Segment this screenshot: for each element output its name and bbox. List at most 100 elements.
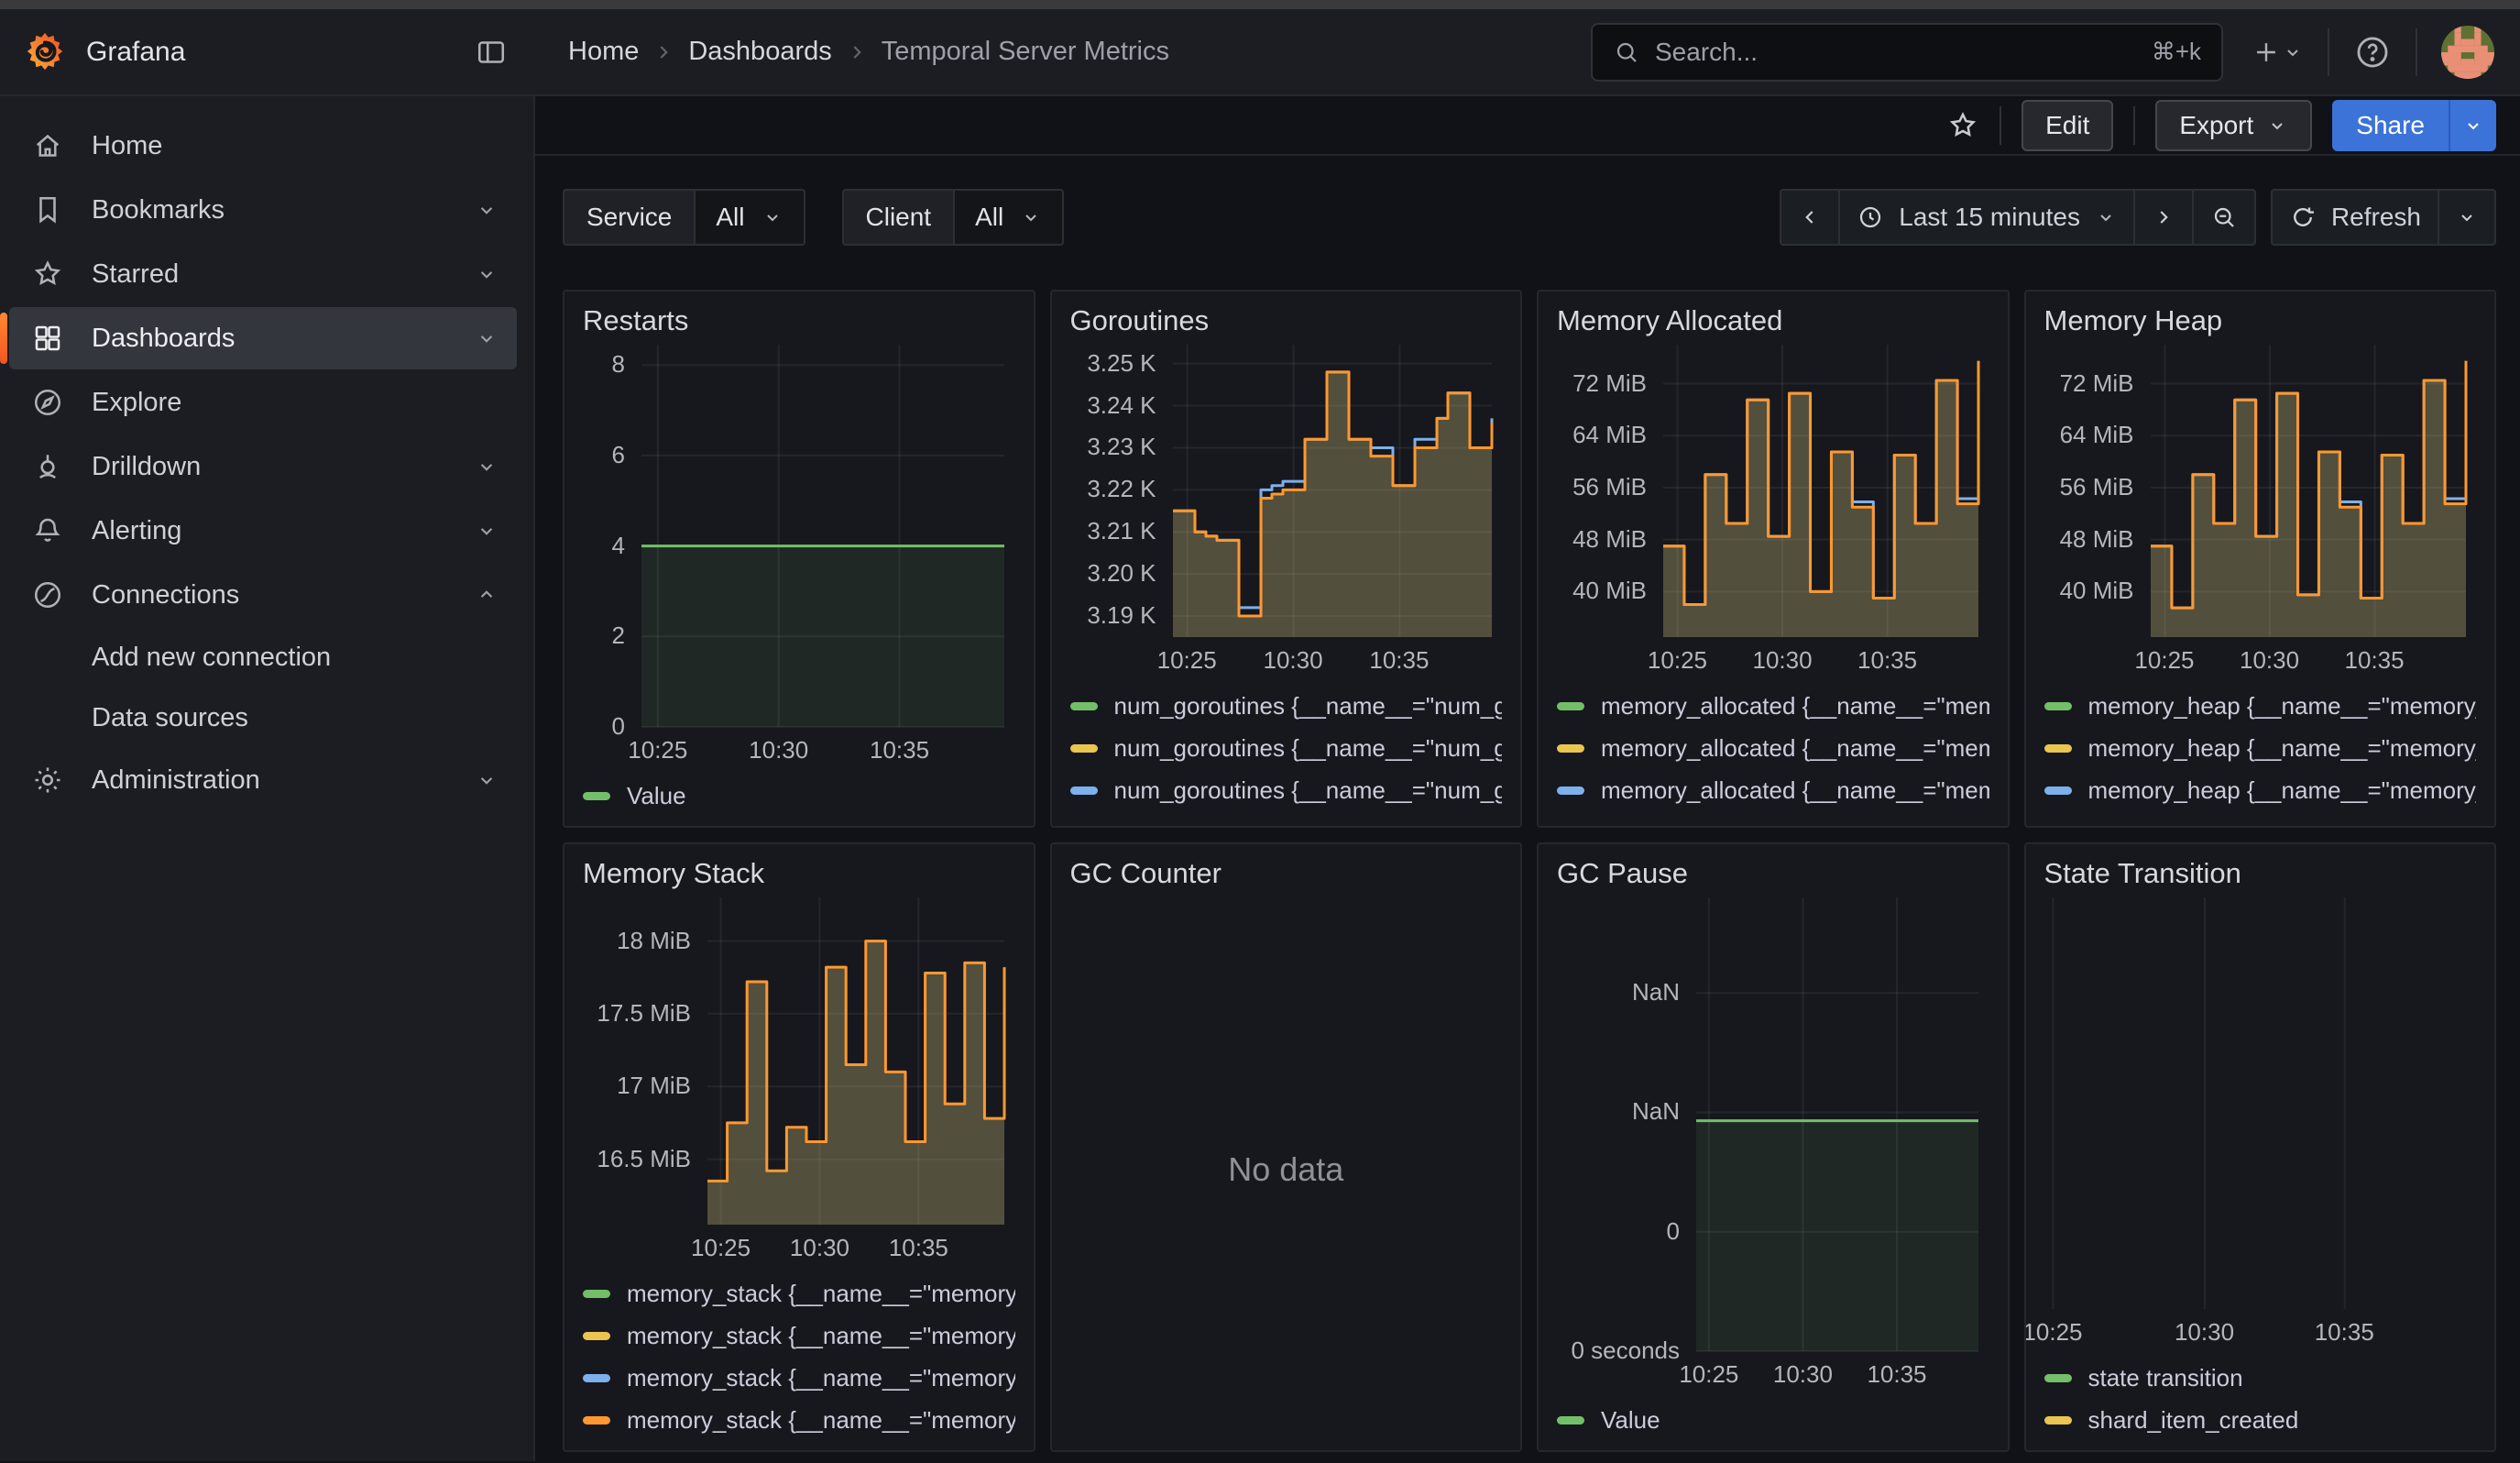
sidebar-item-home[interactable]: Home: [9, 115, 517, 177]
series-color-marker: [1557, 744, 1584, 753]
legend-item[interactable]: memory_allocated {__name__="memo: [1557, 769, 1989, 811]
compass-icon: [31, 386, 64, 419]
legend-item[interactable]: memory_heap {__name__="memory_h: [2044, 811, 2477, 817]
state-transition-chart[interactable]: 10:2510:3010:35: [2044, 897, 2477, 1351]
x-axis-tick: 10:35: [2345, 646, 2405, 675]
legend-item[interactable]: state transition: [2044, 1357, 2477, 1399]
series-color-marker: [2044, 1374, 2072, 1382]
legend-item[interactable]: memory_allocated {__name__="memo: [1557, 811, 1989, 817]
search-icon: [1613, 38, 1640, 66]
sidebar-item-drilldown[interactable]: Drilldown: [9, 435, 517, 498]
panel-title[interactable]: GC Counter: [1070, 857, 1503, 897]
edit-button[interactable]: Edit: [2021, 100, 2113, 151]
search-input[interactable]: Search... ⌘+k: [1591, 23, 2223, 82]
bell-icon: [31, 514, 64, 547]
help-button[interactable]: [2353, 33, 2392, 72]
memory-heap-chart[interactable]: 40 MiB48 MiB56 MiB64 MiB72 MiB10:2510:30…: [2044, 345, 2477, 679]
dashboards-grid-icon: [31, 322, 64, 355]
share-button[interactable]: Share: [2332, 100, 2449, 151]
chevron-down-icon[interactable]: [475, 198, 499, 222]
legend-item[interactable]: num_goroutines {__name__="num_go: [1070, 811, 1503, 817]
memory-stack-chart[interactable]: 16.5 MiB17 MiB17.5 MiB18 MiB10:2510:3010…: [583, 897, 1015, 1267]
gc-counter-chart[interactable]: No data: [1070, 897, 1503, 1441]
breadcrumb-dashboards[interactable]: Dashboards: [688, 37, 831, 67]
panel-title[interactable]: Restarts: [583, 304, 1015, 345]
chevron-down-icon[interactable]: [475, 262, 499, 286]
legend-item[interactable]: memory_heap {__name__="memory_h: [2044, 769, 2477, 811]
y-axis-tick: 64 MiB: [1557, 421, 1647, 449]
sidebar-item-dashboards[interactable]: Dashboards: [9, 307, 517, 369]
sidebar-item-administration[interactable]: Administration: [9, 749, 517, 811]
legend-item[interactable]: memory_stack {__name__="memory_s: [583, 1272, 1015, 1314]
y-axis-tick: 40 MiB: [2044, 577, 2134, 605]
zoom-out-button[interactable]: [2194, 191, 2254, 244]
service-filter-value[interactable]: All: [694, 189, 805, 246]
legend: memory_allocated {__name__="memomemory_a…: [1557, 679, 1989, 817]
favorite-star-button[interactable]: [1946, 109, 1979, 142]
legend-item[interactable]: num_goroutines {__name__="num_go: [1070, 769, 1503, 811]
chevron-down-icon[interactable]: [475, 326, 499, 350]
sidebar-item-starred[interactable]: Starred: [9, 243, 517, 305]
panel-title[interactable]: Goroutines: [1070, 304, 1503, 345]
share-dropdown-button[interactable]: [2449, 100, 2496, 151]
legend-item[interactable]: memory_stack {__name__="memory_s: [583, 1399, 1015, 1441]
legend-label: memory_stack {__name__="memory_s: [627, 1406, 1015, 1435]
legend-item[interactable]: memory_stack {__name__="memory_s: [583, 1357, 1015, 1399]
sidebar-item-alerting[interactable]: Alerting: [9, 500, 517, 562]
panel-title[interactable]: Memory Stack: [583, 857, 1015, 897]
dock-sidebar-icon[interactable]: [475, 36, 508, 69]
sidebar-item-explore[interactable]: Explore: [9, 371, 517, 434]
legend-label: memory_heap {__name__="memory_h: [2088, 776, 2477, 805]
dashboard-scroll-area[interactable]: Service All Client All: [535, 156, 2520, 1461]
chevron-down-icon[interactable]: [475, 455, 499, 478]
panel-title[interactable]: State Transition: [2044, 857, 2477, 897]
sidebar-item-data-sources[interactable]: Data sources: [9, 688, 517, 747]
time-shift-forward-button[interactable]: [2135, 191, 2194, 244]
memory-allocated-chart[interactable]: 40 MiB48 MiB56 MiB64 MiB72 MiB10:2510:30…: [1557, 345, 1989, 679]
sidebar-item-add-new-connection[interactable]: Add new connection: [9, 628, 517, 687]
legend-item[interactable]: Value: [583, 775, 1015, 817]
legend-item[interactable]: shard_item_created: [2044, 1399, 2477, 1441]
top-nav: Grafana Home Dashboards Temporal Server …: [0, 9, 2520, 96]
legend-item[interactable]: memory_heap {__name__="memory_h: [2044, 727, 2477, 769]
x-axis-tick: 10:35: [1369, 646, 1429, 675]
refresh-interval-dropdown[interactable]: [2439, 191, 2494, 244]
sidebar-item-connections[interactable]: Connections: [9, 564, 517, 626]
legend-item[interactable]: memory_heap {__name__="memory_h: [2044, 685, 2477, 727]
y-axis-tick: 3.25 K: [1070, 349, 1156, 378]
gc-pause-chart[interactable]: 0 seconds0NaNNaN10:2510:3010:35: [1557, 897, 1989, 1393]
legend-label: shard_item_created: [2088, 1406, 2299, 1435]
chevron-up-icon[interactable]: [475, 583, 499, 607]
chevron-down-icon[interactable]: [475, 768, 499, 792]
panel-gc-counter: GC Counter No data: [1050, 842, 1523, 1452]
panel-memory-heap: Memory Heap 40 MiB48 MiB56 MiB64 MiB72 M…: [2024, 290, 2497, 828]
x-axis-tick: 10:25: [691, 1234, 751, 1262]
legend-item[interactable]: Value: [1557, 1399, 1989, 1441]
time-range-picker[interactable]: Last 15 minutes: [1840, 191, 2135, 244]
panel-title[interactable]: Memory Allocated: [1557, 304, 1989, 345]
client-filter-value[interactable]: All: [953, 189, 1064, 246]
export-button[interactable]: Export: [2155, 100, 2312, 151]
breadcrumb-home[interactable]: Home: [568, 37, 639, 67]
x-axis-tick: 10:25: [1157, 646, 1217, 675]
panel-title[interactable]: Memory Heap: [2044, 304, 2477, 345]
add-new-button[interactable]: [2251, 37, 2304, 68]
chevron-right-icon: [652, 40, 675, 64]
legend-item[interactable]: num_goroutines {__name__="num_go: [1070, 685, 1503, 727]
refresh-button[interactable]: Refresh: [2273, 191, 2439, 244]
x-axis-tick: 10:30: [1773, 1360, 1833, 1389]
legend: state transition shard_item_created: [2044, 1351, 2477, 1441]
legend-item[interactable]: memory_allocated {__name__="memo: [1557, 685, 1989, 727]
restarts-chart[interactable]: 0246810:2510:3010:35: [583, 345, 1015, 769]
chevron-down-icon[interactable]: [475, 519, 499, 543]
legend-item[interactable]: memory_stack {__name__="memory_s: [583, 1314, 1015, 1357]
y-axis-tick: 18 MiB: [583, 927, 691, 955]
legend-item[interactable]: memory_allocated {__name__="memo: [1557, 727, 1989, 769]
sidebar-item-bookmarks[interactable]: Bookmarks: [9, 179, 517, 241]
series-color-marker: [1557, 702, 1584, 710]
goroutines-chart[interactable]: 3.19 K3.20 K3.21 K3.22 K3.23 K3.24 K3.25…: [1070, 345, 1503, 679]
legend-item[interactable]: num_goroutines {__name__="num_go: [1070, 727, 1503, 769]
user-avatar[interactable]: [2441, 26, 2494, 79]
panel-title[interactable]: GC Pause: [1557, 857, 1989, 897]
time-shift-back-button[interactable]: [1781, 191, 1840, 244]
